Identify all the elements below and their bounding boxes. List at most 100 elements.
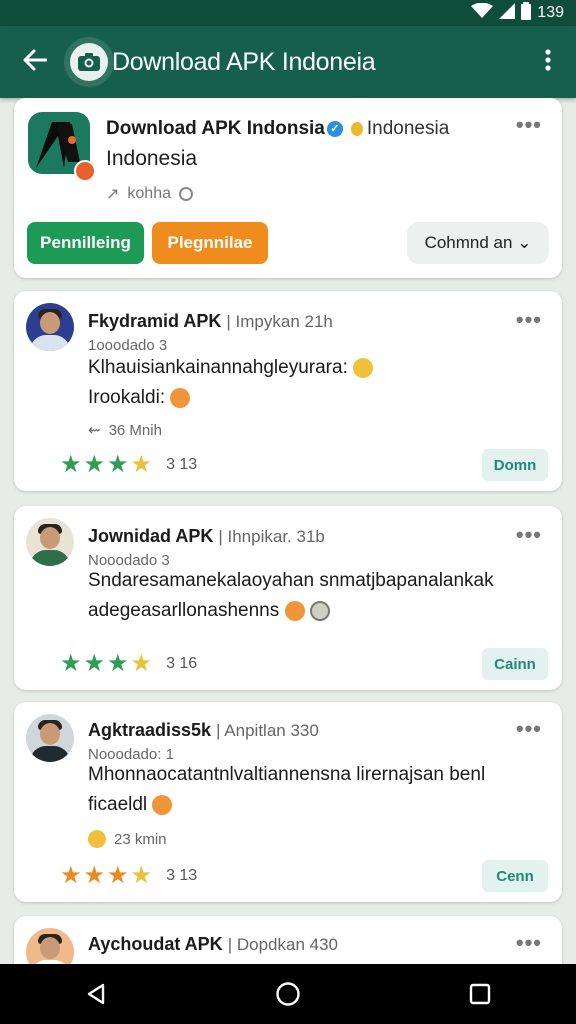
avatar[interactable] [26,928,74,964]
post-author-name: Fkydramid APK [88,311,222,331]
post-line: Klhauisiankainannahgleyurara: [88,357,348,378]
post-menu-button[interactable]: ••• [516,716,542,742]
location-icon [350,121,363,136]
globe-icon [179,187,193,201]
rating: ★ ★ ★ ★ 3 13 [60,453,197,477]
post-author: Agktraadiss5k | Anpitlan 330 [88,720,319,741]
star-icon: ★ [130,862,153,889]
star-icon: ★ [83,650,106,677]
star-icon: ★ [130,650,153,677]
profile-location: Indonesia [366,118,450,139]
star-icon: ★ [60,862,82,889]
post-card: Aychoudat APK | Dopdkan 430 ••• [14,916,562,964]
post-card: Jownidad APK | Ihnpikar. 31b ••• Nooodad… [14,506,562,690]
nav-home-button[interactable] [258,964,318,1024]
dropdown-button[interactable]: Cohmnd an ⌄ [407,222,549,264]
post-action-button[interactable]: Cenn [482,860,548,892]
post-line: Mhonnaocatantnlvaltiannensna lirernajsan… [88,764,486,785]
home-circle-icon [276,982,300,1006]
post-body: Mhonnaocatantnlvaltiannensna lirernajsan… [88,760,538,820]
nav-back-button[interactable] [66,964,126,1024]
post-author: Fkydramid APK | Impykan 21h [88,311,333,332]
status-bar: 139 [0,0,576,26]
avatar[interactable] [26,518,74,566]
back-button[interactable] [0,26,70,98]
rating: ★ ★ ★ ★ 3 13 [60,864,197,888]
chevron-down-icon: ⌄ [517,233,532,252]
share-icon: ⇜ [88,422,101,439]
profile-meta-text: kohha [127,185,171,202]
back-triangle-icon [87,983,105,1005]
post-line: adegeasarllonashenns [88,600,280,621]
profile-meta: ↗ kohha [106,184,193,204]
emoji-icon [309,600,330,621]
post-time: | Anpitlan 330 [216,721,319,740]
post-meta-text: 23 kmin [114,830,167,848]
profile-card: Download APK Indonsia ✓ Indonesia ••• Indo… [14,98,562,278]
post-card: Fkydramid APK | Impykan 21h ••• 1ooodado… [14,291,562,491]
post-action-button[interactable]: Domn [482,449,548,481]
rating-count: 3 13 [166,867,198,884]
dropdown-label: Cohmnd an [424,233,513,252]
post-meta-text: 36 Mnih [108,421,162,439]
emoji-icon [88,830,106,848]
recents-square-icon [469,983,491,1005]
feed[interactable]: Download APK Indonsia ✓ Indonesia ••• Indo… [0,98,576,964]
post-author: Jownidad APK | Ihnpikar. 31b [88,526,325,547]
rating-count: 3 13 [166,456,198,473]
app-bar: Download APK Indoneia [0,26,576,98]
avatar[interactable] [26,714,74,762]
post-meta: 23 kmin [88,830,167,848]
status-time: 139 [537,4,564,21]
arrow-left-icon [23,45,48,79]
post-action-button[interactable]: Cainn [482,648,548,680]
star-icon: ★ [107,650,129,677]
star-icon: ★ [83,451,106,478]
profile-subtitle: Indonesia [106,147,198,170]
post-meta: ⇜ 36 Mnih [88,421,162,440]
post-menu-button[interactable]: ••• [516,930,542,956]
emoji-icon [284,600,305,621]
post-time: | Impykan 21h [226,312,333,331]
emoji-icon [353,357,374,378]
post-line: ficaeldl [88,794,148,815]
rating-count: 3 16 [166,655,198,672]
profile-name: Download APK Indonsia ✓ Indonesia [106,118,449,140]
nav-recents-button[interactable] [450,964,510,1024]
rating: ★ ★ ★ ★ 3 16 [60,652,197,676]
profile-menu-button[interactable]: ••• [516,112,542,138]
post-line: Sndaresamanekalaoyahan snmatjbapanalanka… [88,570,494,591]
post-card: Agktraadiss5k | Anpitlan 330 ••• Nooodad… [14,702,562,902]
post-menu-button[interactable]: ••• [516,307,542,333]
post-body: Klhauisiankainannahgleyurara: Irookaldi: [88,353,538,413]
post-subtitle: 1ooodado 3 [88,337,168,354]
star-icon: ★ [83,862,106,889]
post-time: | Dopdkan 430 [227,935,338,954]
more-vert-icon [545,47,551,78]
star-icon: ★ [60,451,82,478]
emoji-icon [170,387,191,408]
star-icon: ★ [130,451,153,478]
signal-icon [499,2,516,24]
star-icon: ★ [60,650,82,677]
app-logo [70,43,108,81]
avatar[interactable] [26,303,74,351]
primary-button[interactable]: Pennilleing [27,222,144,264]
post-body: Sndaresamanekalaoyahan snmatjbapanalanka… [88,566,538,626]
post-menu-button[interactable]: ••• [516,522,542,548]
profile-name-text: Download APK Indonsia [106,118,325,139]
post-author-name: Jownidad APK [88,526,214,546]
emoji-icon [152,794,173,815]
wifi-icon [471,2,494,24]
overflow-menu-button[interactable] [520,26,576,98]
post-author: Aychoudat APK | Dopdkan 430 [88,934,338,955]
secondary-button[interactable]: Plegnnilae [152,222,268,264]
page-title: Download APK Indoneia [112,47,376,76]
verified-icon: ✓ [326,120,343,137]
app-badge [74,160,96,182]
post-author-name: Aychoudat APK [88,934,223,954]
battery-icon [521,1,532,25]
camera-icon [78,53,100,71]
post-line: Irookaldi: [88,387,166,408]
post-time: | Ihnpikar. 31b [218,527,325,546]
